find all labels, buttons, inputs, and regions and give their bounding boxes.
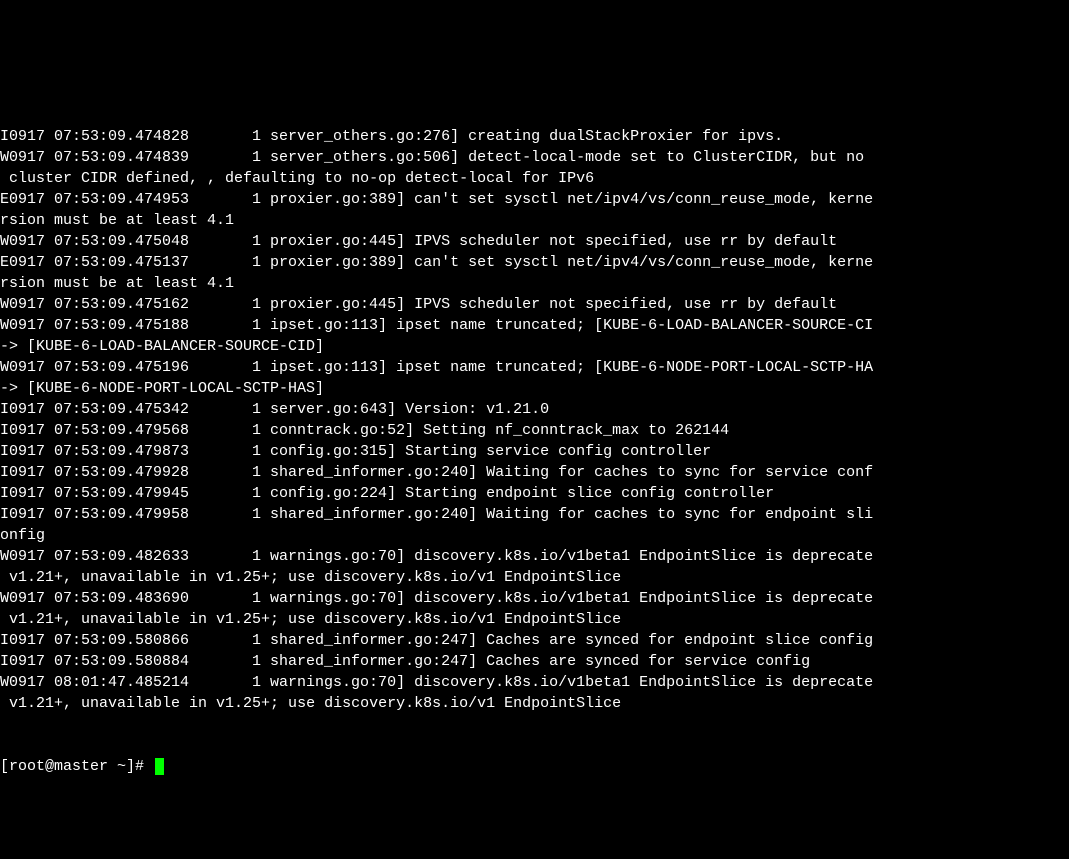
- log-line: I0917 07:53:09.479568 1 conntrack.go:52]…: [0, 420, 1069, 441]
- log-line: I0917 07:53:09.479945 1 config.go:224] S…: [0, 483, 1069, 504]
- log-line: I0917 07:53:09.475342 1 server.go:643] V…: [0, 399, 1069, 420]
- log-line: rsion must be at least 4.1: [0, 273, 1069, 294]
- log-line: v1.21+, unavailable in v1.25+; use disco…: [0, 609, 1069, 630]
- log-line: rsion must be at least 4.1: [0, 210, 1069, 231]
- log-line: onfig: [0, 525, 1069, 546]
- log-line: -> [KUBE-6-NODE-PORT-LOCAL-SCTP-HAS]: [0, 378, 1069, 399]
- log-line: E0917 07:53:09.474953 1 proxier.go:389] …: [0, 189, 1069, 210]
- log-line: I0917 07:53:09.479958 1 shared_informer.…: [0, 504, 1069, 525]
- log-line: W0917 07:53:09.475048 1 proxier.go:445] …: [0, 231, 1069, 252]
- log-line: W0917 07:53:09.475162 1 proxier.go:445] …: [0, 294, 1069, 315]
- log-line: -> [KUBE-6-LOAD-BALANCER-SOURCE-CID]: [0, 336, 1069, 357]
- log-line: I0917 07:53:09.479873 1 config.go:315] S…: [0, 441, 1069, 462]
- log-line: I0917 07:53:09.580866 1 shared_informer.…: [0, 630, 1069, 651]
- log-line: W0917 08:01:47.485214 1 warnings.go:70] …: [0, 672, 1069, 693]
- log-line: W0917 07:53:09.475196 1 ipset.go:113] ip…: [0, 357, 1069, 378]
- terminal-output[interactable]: I0917 07:53:09.474828 1 server_others.go…: [0, 84, 1069, 754]
- log-line: I0917 07:53:09.580884 1 shared_informer.…: [0, 651, 1069, 672]
- log-line: E0917 07:53:09.475137 1 proxier.go:389] …: [0, 252, 1069, 273]
- log-line: W0917 07:53:09.483690 1 warnings.go:70] …: [0, 588, 1069, 609]
- log-line: v1.21+, unavailable in v1.25+; use disco…: [0, 693, 1069, 714]
- log-line: cluster CIDR defined, , defaulting to no…: [0, 168, 1069, 189]
- log-line: W0917 07:53:09.482633 1 warnings.go:70] …: [0, 546, 1069, 567]
- log-container: I0917 07:53:09.474828 1 server_others.go…: [0, 126, 1069, 714]
- log-line: I0917 07:53:09.474828 1 server_others.go…: [0, 126, 1069, 147]
- prompt-line[interactable]: [root@master ~]#: [0, 756, 1069, 777]
- cursor: [155, 758, 164, 775]
- log-line: W0917 07:53:09.474839 1 server_others.go…: [0, 147, 1069, 168]
- shell-prompt: [root@master ~]#: [0, 756, 153, 777]
- log-line: v1.21+, unavailable in v1.25+; use disco…: [0, 567, 1069, 588]
- log-line: I0917 07:53:09.479928 1 shared_informer.…: [0, 462, 1069, 483]
- log-line: W0917 07:53:09.475188 1 ipset.go:113] ip…: [0, 315, 1069, 336]
